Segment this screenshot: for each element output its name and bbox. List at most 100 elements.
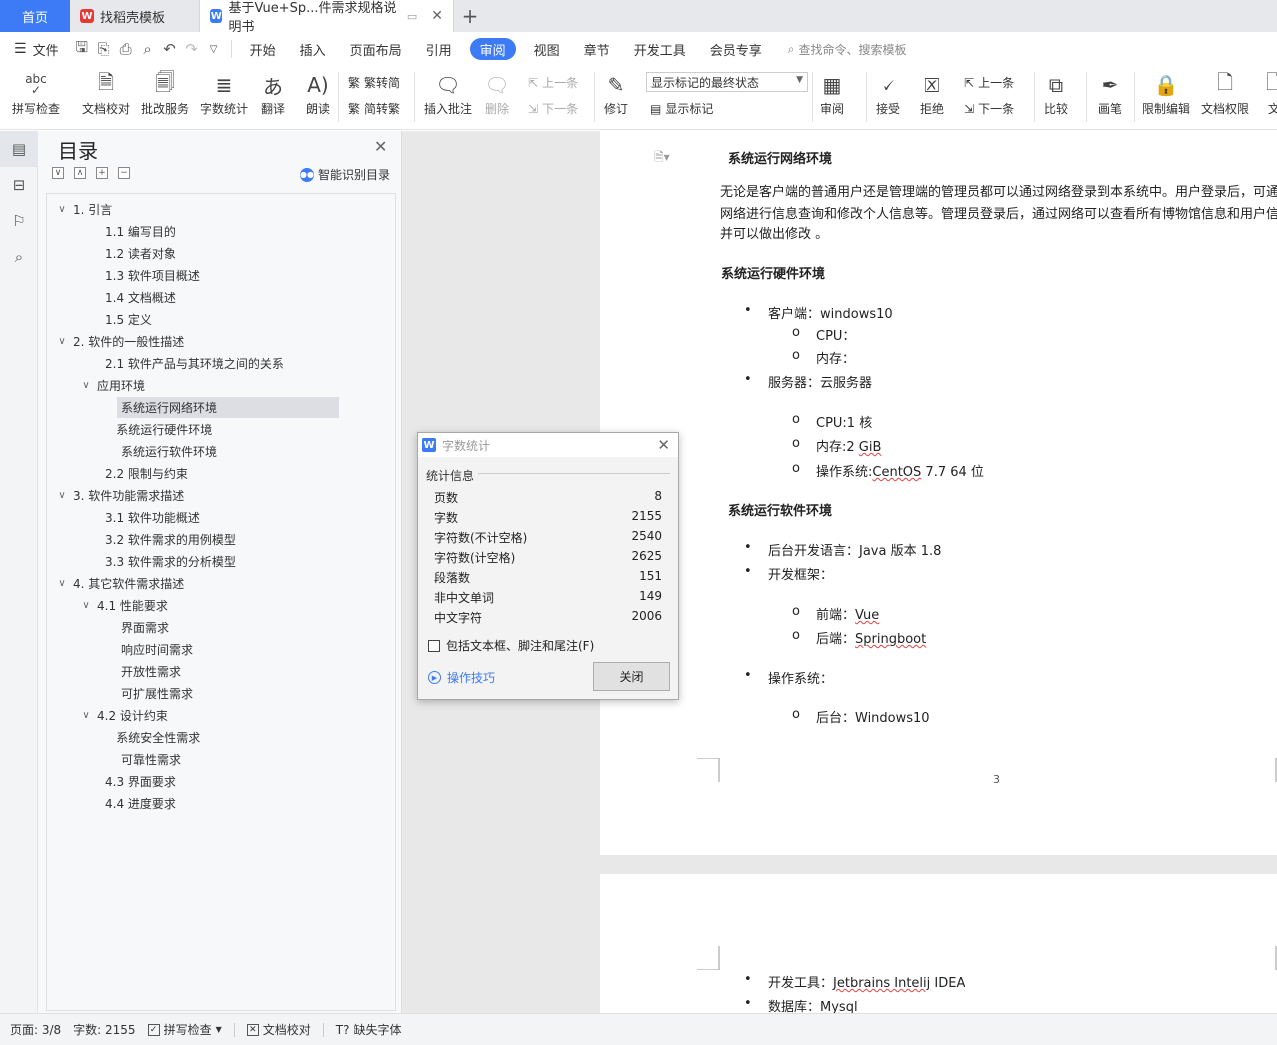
reject-button[interactable]: 🗵 拒绝 bbox=[918, 70, 946, 117]
chevron-down-icon[interactable]: ∨ bbox=[55, 490, 69, 501]
toc-item[interactable]: 1.4 文档概述 bbox=[47, 286, 395, 308]
toc-item[interactable]: 界面需求 bbox=[47, 616, 395, 638]
toc-item[interactable]: 2.1 软件产品与其环境之间的关系 bbox=[47, 352, 395, 374]
smart-toc-button[interactable]: ●● 智能识别目录 bbox=[300, 166, 390, 183]
chevron-down-icon[interactable]: ∨ bbox=[55, 336, 69, 347]
include-textbox-checkbox[interactable]: 包括文本框、脚注和尾注(F) bbox=[428, 637, 594, 654]
customize-icon[interactable]: ▽ bbox=[203, 38, 225, 60]
redo-icon[interactable]: ↷ bbox=[181, 38, 203, 60]
show-markup-button[interactable]: ▤ 显示标记 bbox=[650, 100, 713, 117]
menu-chapter[interactable]: 章节 bbox=[572, 38, 622, 60]
accept-button[interactable]: 🗸 接受 bbox=[874, 70, 902, 117]
command-search[interactable]: ⌕ 查找命令、搜索模板 bbox=[788, 41, 907, 58]
to-traditional-button[interactable]: 繁繁转简 bbox=[348, 74, 400, 91]
review-service-button[interactable]: 🗐 批改服务 bbox=[141, 70, 189, 117]
collapse-all-icon[interactable]: ∨ bbox=[52, 167, 64, 179]
file-menu[interactable]: ☰ 文件 bbox=[10, 38, 71, 60]
prev-change-button[interactable]: ⇱ 上一条 bbox=[964, 74, 1014, 91]
toc-item[interactable]: 开放性需求 bbox=[47, 660, 395, 682]
display-state-select[interactable]: 显示标记的最终状态 ▼ bbox=[646, 72, 808, 92]
next-change-button[interactable]: ⇲ 下一条 bbox=[964, 100, 1014, 117]
toc-item[interactable]: ∨ 3. 软件功能需求描述 bbox=[47, 484, 395, 506]
preview-icon[interactable]: ⌕ bbox=[137, 38, 159, 60]
doc-permission-button[interactable]: 🗋 文档权限 bbox=[1201, 70, 1249, 117]
toc-item[interactable]: ∨ 2. 软件的一般性描述 bbox=[47, 330, 395, 352]
restrict-edit-button[interactable]: 🔒 限制编辑 bbox=[1142, 70, 1190, 117]
menu-references[interactable]: 引用 bbox=[414, 38, 464, 60]
menu-layout[interactable]: 页面布局 bbox=[338, 38, 414, 60]
toc-nav-icon[interactable]: ▤ bbox=[0, 131, 38, 167]
add-heading-icon[interactable]: + bbox=[96, 167, 108, 179]
menu-view[interactable]: 视图 bbox=[522, 38, 572, 60]
toc-item[interactable]: 2.2 限制与约束 bbox=[47, 462, 395, 484]
checkbox-box[interactable] bbox=[428, 639, 440, 652]
search-icon[interactable]: ⌕ bbox=[0, 239, 38, 275]
toc-item[interactable]: 3.3 软件需求的分析模型 bbox=[47, 550, 395, 572]
toc-item[interactable]: 系统安全性需求 bbox=[47, 726, 395, 748]
expand-up-icon[interactable]: ∧ bbox=[74, 167, 86, 179]
toc-item[interactable]: 可靠性需求 bbox=[47, 748, 395, 770]
missing-font-button[interactable]: T? 缺失字体 bbox=[336, 1021, 402, 1038]
spellcheck-toggle[interactable]: ✓ 拼写检查 ▼ bbox=[147, 1021, 222, 1038]
proofread-button[interactable]: 🗎 文档校对 bbox=[82, 70, 130, 117]
to-simplified-button[interactable]: 繁简转繁 bbox=[348, 100, 400, 117]
tips-link[interactable]: ▶ 操作技巧 bbox=[428, 669, 495, 686]
proofread-toggle[interactable]: ✕ 文档校对 bbox=[246, 1021, 311, 1038]
chevron-down-icon[interactable]: ∨ bbox=[55, 578, 69, 589]
screen-icon[interactable]: ▭ bbox=[407, 10, 417, 23]
chapter-nav-icon[interactable]: ⊟ bbox=[0, 167, 38, 203]
chevron-down-icon[interactable]: ∨ bbox=[79, 380, 93, 391]
new-tab-button[interactable]: + bbox=[454, 0, 486, 32]
toc-item[interactable]: 1.5 定义 bbox=[47, 308, 395, 330]
toc-item[interactable]: 系统运行软件环境 bbox=[47, 440, 395, 462]
toc-item[interactable]: 可扩展性需求 bbox=[47, 682, 395, 704]
toc-item[interactable]: ∨ 1. 引言 bbox=[47, 198, 395, 220]
toc-item[interactable]: 响应时间需求 bbox=[47, 638, 395, 660]
export-icon[interactable]: ⎘ bbox=[93, 38, 115, 60]
save-icon[interactable]: 🖫 bbox=[71, 38, 93, 60]
toc-item[interactable]: 系统运行网络环境 bbox=[47, 396, 395, 418]
remove-heading-icon[interactable]: − bbox=[118, 167, 130, 179]
track-changes-button[interactable]: ✎ 修订 bbox=[602, 70, 630, 117]
toc-item[interactable]: 3.2 软件需求的用例模型 bbox=[47, 528, 395, 550]
prev-comment-button[interactable]: ⇱ 上一条 bbox=[528, 74, 578, 91]
toc-item[interactable]: 4.3 界面要求 bbox=[47, 770, 395, 792]
review-pane-button[interactable]: ▦ 审阅 bbox=[818, 70, 846, 117]
toc-item[interactable]: 1.2 读者对象 bbox=[47, 242, 395, 264]
word-count-button[interactable]: ≣ 字数统计 bbox=[200, 70, 248, 117]
toc-item[interactable]: ∨ 4.2 设计约束 bbox=[47, 704, 395, 726]
undo-icon[interactable]: ↶ bbox=[159, 38, 181, 60]
close-icon[interactable]: ✕ bbox=[374, 137, 387, 156]
read-aloud-button[interactable]: A) 朗读 bbox=[304, 70, 332, 117]
toc-item[interactable]: ∨ 4.1 性能要求 bbox=[47, 594, 395, 616]
toc-item[interactable]: 3.1 软件功能概述 bbox=[47, 506, 395, 528]
doc-more-button[interactable]: 🗋 文 bbox=[1260, 70, 1277, 117]
insert-comment-button[interactable]: 🗨 插入批注 bbox=[424, 70, 472, 117]
next-comment-button[interactable]: ⇲ 下一条 bbox=[528, 100, 578, 117]
compare-button[interactable]: ⧉ 比较 bbox=[1042, 70, 1070, 117]
menu-start[interactable]: 开始 bbox=[238, 38, 288, 60]
menu-review[interactable]: 审阅 bbox=[469, 38, 516, 60]
word-count-indicator[interactable]: 字数: 2155 bbox=[73, 1021, 135, 1038]
page-indicator[interactable]: 页面: 3/8 bbox=[10, 1021, 61, 1038]
menu-developer[interactable]: 开发工具 bbox=[622, 38, 698, 60]
tab-home[interactable]: 首页 bbox=[0, 0, 70, 32]
chevron-down-icon[interactable]: ∨ bbox=[55, 204, 69, 215]
toc-item[interactable]: 1.3 软件项目概述 bbox=[47, 264, 395, 286]
paragraph-style-icon[interactable]: 🗎▾ bbox=[654, 148, 670, 169]
toc-item[interactable]: ∨ 应用环境 bbox=[47, 374, 395, 396]
chevron-down-icon[interactable]: ∨ bbox=[79, 600, 93, 611]
toc-item[interactable]: 系统运行硬件环境 bbox=[47, 418, 395, 440]
spellcheck-button[interactable]: abc ✓ 拼写检查 bbox=[12, 70, 60, 117]
bookmark-icon[interactable]: ⚐ bbox=[0, 203, 38, 239]
toc-item[interactable]: 4.4 进度要求 bbox=[47, 792, 395, 814]
menu-member[interactable]: 会员专享 bbox=[698, 38, 774, 60]
print-icon[interactable]: ⎙ bbox=[115, 38, 137, 60]
close-button[interactable]: 关闭 bbox=[593, 662, 670, 691]
toc-item[interactable]: 1.1 编写目的 bbox=[47, 220, 395, 242]
chevron-down-icon[interactable]: ∨ bbox=[79, 710, 93, 721]
close-icon[interactable]: ✕ bbox=[657, 436, 670, 454]
menu-insert[interactable]: 插入 bbox=[288, 38, 338, 60]
dialog-titlebar[interactable]: W 字数统计 bbox=[418, 433, 678, 457]
tab-document[interactable]: W 基于Vue+Sp...件需求规格说明书 ▭ ✕ bbox=[200, 0, 454, 35]
